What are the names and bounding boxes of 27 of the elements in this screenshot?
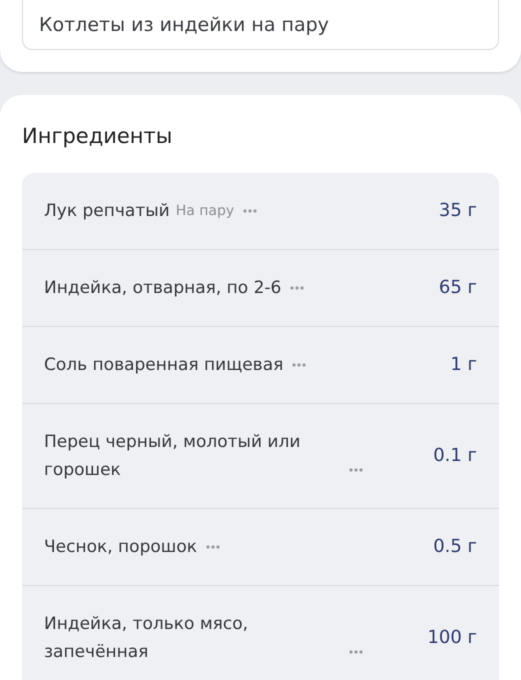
ingredient-amount: 0.1 г bbox=[433, 444, 477, 468]
more-dots-icon[interactable] bbox=[291, 362, 308, 368]
ingredient-name: Чеснок, порошок bbox=[44, 536, 197, 558]
ingredient-name: Индейка, только мясо, запечённая bbox=[44, 612, 250, 664]
ingredient-amount: 65 г bbox=[438, 276, 477, 300]
recipe-name-field[interactable]: Котлеты из индейки на пару bbox=[22, 0, 499, 50]
ingredient-name: Лук репчатый bbox=[44, 200, 170, 222]
ingredient-row[interactable]: Индейка, отварная, по 2-6 65 г bbox=[22, 248, 499, 326]
ingredient-row[interactable]: Перец черный, молотый или горошек 0.1 г bbox=[22, 402, 499, 508]
more-dots-icon[interactable] bbox=[348, 648, 364, 654]
ingredient-name: Индейка, отварная, по 2-6 bbox=[44, 276, 282, 300]
ingredient-row[interactable]: Лук репчатый На пару 35 г bbox=[22, 172, 499, 248]
ingredient-amount: 0.5 г bbox=[433, 535, 477, 559]
ingredient-amount: 1 г bbox=[450, 353, 477, 377]
more-dots-icon[interactable] bbox=[204, 544, 221, 550]
ingredient-row[interactable]: Соль поваренная пищевая 1 г bbox=[22, 326, 499, 402]
ingredient-name: Соль поваренная пищевая bbox=[44, 354, 284, 376]
section-title: Ингредиенты bbox=[22, 123, 174, 150]
more-dots-icon[interactable] bbox=[348, 466, 364, 472]
ingredient-amount: 35 г bbox=[438, 199, 477, 223]
ingredient-row[interactable]: Чеснок, порошок 0.5 г bbox=[22, 508, 499, 584]
more-dots-icon[interactable] bbox=[289, 284, 306, 290]
ingredient-amount: 100 г bbox=[427, 626, 477, 650]
ingredient-row[interactable]: Индейка, только мясо, запечённая 100 г bbox=[22, 584, 499, 680]
ingredient-name: Перец черный, молотый или горошек bbox=[44, 430, 302, 482]
ingredient-note: На пару bbox=[176, 202, 234, 220]
more-dots-icon[interactable] bbox=[242, 208, 258, 214]
